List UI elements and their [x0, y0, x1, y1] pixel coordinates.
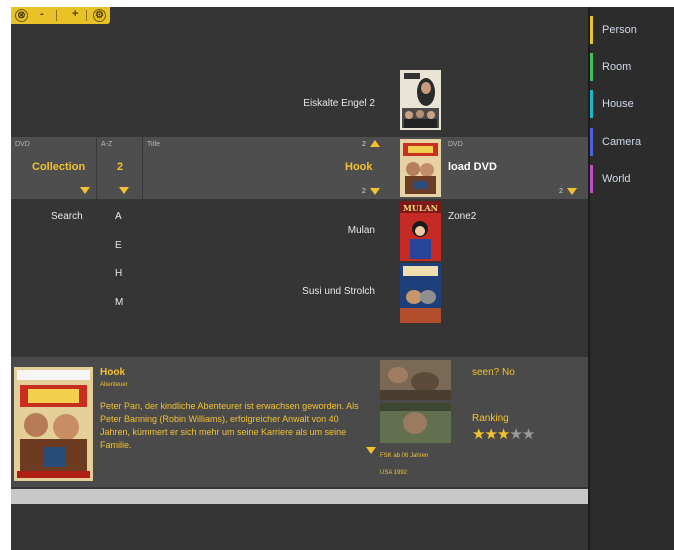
device-dropdown-arrow-icon[interactable]: [567, 188, 577, 195]
movie-cover-susi-und-strolch[interactable]: [400, 263, 441, 323]
sidebar-item-world[interactable]: World: [590, 163, 674, 195]
scroll-up-count: 2: [362, 141, 366, 148]
detail-title: Hook: [100, 367, 125, 378]
list-item-title[interactable]: Mulan: [211, 225, 375, 236]
divider: [86, 10, 87, 21]
sidebar-item-person[interactable]: Person: [590, 14, 674, 46]
origin-year: USA 1992: [380, 470, 408, 476]
device-header: DVD: [448, 141, 463, 148]
star-filled-icon[interactable]: ★: [484, 426, 497, 443]
letter-index-e[interactable]: E: [115, 240, 122, 251]
movie-cover-mulan[interactable]: MULAN: [400, 201, 441, 261]
sidebar-item-room[interactable]: Room: [590, 51, 674, 83]
star-filled-icon[interactable]: ★: [497, 426, 510, 443]
fsk-rating: FSK ab 06 Jahren: [380, 453, 429, 459]
close-icon[interactable]: ⊗: [15, 9, 28, 22]
scene-thumbnail-2[interactable]: [380, 403, 451, 443]
divider: [96, 137, 97, 199]
zone-label: Zone2: [448, 211, 477, 222]
detail-description: Peter Pan, der kindliche Abenteurer ist …: [100, 401, 359, 450]
sort-dropdown-arrow-icon[interactable]: [119, 187, 129, 194]
sidebar-item-label: House: [602, 98, 634, 110]
sidebar-item-label: Room: [602, 61, 632, 73]
filter-row: DVD Collection A-Z 2 Title 2 Hook 2 DVD …: [11, 137, 588, 199]
movie-cover-eiskalte-engel-2[interactable]: [400, 70, 441, 130]
scene-thumbnail-1[interactable]: [380, 360, 451, 400]
svg-text:MULAN: MULAN: [403, 203, 438, 213]
detail-cover-hook: [14, 367, 93, 481]
movie-cover-hook[interactable]: [400, 139, 441, 197]
letter-index-a[interactable]: A: [115, 211, 122, 222]
sidebar-color-indicator: [590, 90, 593, 118]
ranking-stars[interactable]: ★★★★★: [472, 425, 535, 444]
scroll-up-arrow-icon[interactable]: [370, 140, 380, 147]
search-label[interactable]: Search: [51, 211, 83, 222]
title-header: Title: [147, 141, 160, 148]
sort-header: A-Z: [101, 141, 113, 148]
settings-icon[interactable]: ⚙: [93, 9, 106, 22]
divider: [142, 137, 143, 199]
sidebar-color-indicator: [590, 165, 593, 193]
star-empty-icon[interactable]: ★: [522, 426, 535, 443]
divider: [56, 10, 57, 21]
sidebar-item-camera[interactable]: Camera: [590, 126, 674, 158]
letter-index-h[interactable]: H: [115, 268, 122, 279]
scroll-down-arrow-icon[interactable]: [370, 188, 380, 195]
scroll-down-count: 2: [362, 188, 366, 195]
window-controls: ⊗ - + ⚙: [11, 7, 110, 24]
seen-status[interactable]: seen? No: [472, 367, 515, 378]
description-expand-arrow-icon[interactable]: [366, 447, 376, 454]
ranking-label: Ranking: [472, 413, 509, 424]
collection-dropdown[interactable]: Collection: [32, 161, 85, 173]
detail-genre: Abenteuer: [100, 382, 128, 388]
sidebar-color-indicator: [590, 16, 593, 44]
app-window: ⊗ - + ⚙ Eiskalte Engel 2 DVD Collection …: [11, 7, 674, 550]
collection-dropdown-arrow-icon[interactable]: [80, 187, 90, 194]
load-dvd-button[interactable]: load DVD: [448, 161, 497, 173]
source-header: DVD: [15, 141, 30, 148]
list-item-title[interactable]: Eiskalte Engel 2: [211, 98, 375, 109]
selected-title[interactable]: Hook: [345, 161, 373, 173]
sidebar-item-label: Camera: [602, 136, 642, 148]
star-empty-icon[interactable]: ★: [509, 426, 522, 443]
sidebar-item-house[interactable]: House: [590, 88, 674, 120]
sort-dropdown[interactable]: 2: [117, 161, 123, 173]
maximize-button[interactable]: +: [72, 8, 78, 20]
minimize-button[interactable]: -: [40, 8, 44, 20]
list-item-title[interactable]: Susi und Strolch: [211, 286, 375, 297]
status-bar: [11, 489, 588, 504]
sidebar-item-label: World: [602, 173, 631, 185]
device-count: 2: [559, 188, 563, 195]
sidebar: Person Room House Camera World: [588, 7, 674, 550]
detail-panel: Hook Abenteuer Peter Pan, der kindliche …: [11, 357, 588, 487]
sidebar-color-indicator: [590, 128, 593, 156]
star-filled-icon[interactable]: ★: [472, 426, 485, 443]
sidebar-item-label: Person: [602, 24, 637, 36]
sidebar-color-indicator: [590, 53, 593, 81]
letter-index-m[interactable]: M: [115, 297, 123, 308]
